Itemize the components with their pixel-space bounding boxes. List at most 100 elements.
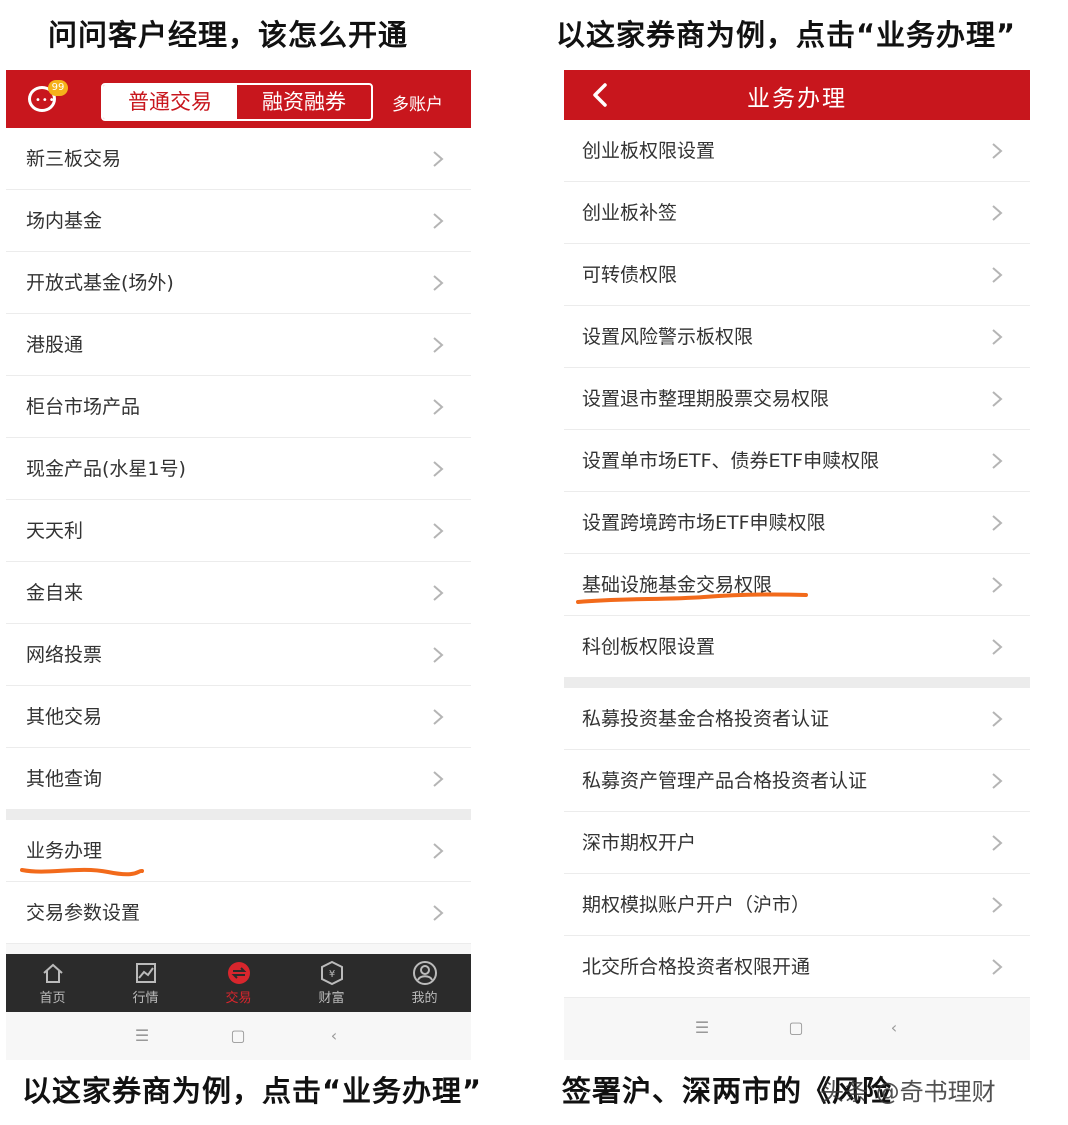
list-item[interactable]: 北交所合格投资者权限开通: [564, 936, 1030, 998]
bottom-tab-bar: 首页 行情 交易 ¥ 财富 我的: [6, 954, 471, 1012]
tab-chart[interactable]: 行情: [99, 954, 192, 1012]
list-item[interactable]: 现金产品(水星1号): [6, 438, 471, 500]
list-item[interactable]: 交易参数设置: [6, 882, 471, 944]
chevron-right-icon: [992, 391, 1003, 407]
caption-bottom-left: 以这家券商为例，点击“业务办理”: [22, 1074, 483, 1108]
trade-icon: [227, 962, 250, 984]
list-item[interactable]: 可转债权限: [564, 244, 1030, 306]
chevron-right-icon: [992, 329, 1003, 345]
list-item-label: 现金产品(水星1号): [26, 458, 186, 480]
list-item[interactable]: 创业板权限设置: [564, 120, 1030, 182]
list-item[interactable]: 场内基金: [6, 190, 471, 252]
multi-account-button[interactable]: 多账户: [392, 90, 443, 115]
segment-normal-trade[interactable]: 普通交易: [103, 85, 237, 119]
list-item[interactable]: 设置跨境跨市场ETF申赎权限: [564, 492, 1030, 554]
chevron-right-icon: [992, 639, 1003, 655]
list-item-label: 创业板补签: [582, 202, 678, 224]
chevron-right-icon: [992, 205, 1003, 221]
list-item-label: 业务办理: [26, 840, 103, 862]
list-item-label: 金自来: [26, 582, 84, 604]
tab-label: 财富: [318, 991, 345, 1006]
list-item[interactable]: 基础设施基金交易权限: [564, 554, 1030, 616]
list-item-label: 基础设施基金交易权限: [582, 574, 773, 596]
chevron-right-icon: [433, 213, 444, 229]
list-item[interactable]: 新三板交易: [6, 128, 471, 190]
caption-top-left: 问问客户经理，该怎么开通: [48, 18, 409, 52]
list-item[interactable]: 港股通: [6, 314, 471, 376]
left-phone-screen: ••• 99 普通交易 融资融券 多账户 新三板交易 场内基金 开放式基金(场外) 港…: [6, 70, 471, 1060]
section-divider: [564, 678, 1030, 688]
chevron-right-icon: [433, 843, 444, 859]
list-item-label: 科创板权限设置: [582, 636, 716, 658]
chevron-right-icon: [433, 275, 444, 291]
chevron-right-icon: [433, 399, 444, 415]
list-item-label: 设置退市整理期股票交易权限: [582, 388, 830, 410]
list-item[interactable]: 网络投票: [6, 624, 471, 686]
list-item-label: 新三板交易: [26, 148, 122, 170]
list-item[interactable]: 深市期权开户: [564, 812, 1030, 874]
list-item[interactable]: 业务办理: [6, 820, 471, 882]
list-item-label: 场内基金: [26, 210, 103, 232]
list-item[interactable]: 金自来: [6, 562, 471, 624]
list-item-label: 设置单市场ETF、债券ETF申赎权限: [582, 450, 880, 472]
list-item[interactable]: 设置风险警示板权限: [564, 306, 1030, 368]
trade-menu-list: 新三板交易场内基金开放式基金(场外) 港股通柜台市场产品现金产品(水星1号) 天天利…: [6, 128, 471, 944]
list-item[interactable]: 设置单市场ETF、债券ETF申赎权限: [564, 430, 1030, 492]
list-item-label: 天天利: [26, 520, 84, 542]
tab-trade[interactable]: 交易: [192, 954, 285, 1012]
menu-icon[interactable]: ☰: [692, 1018, 712, 1038]
business-menu-list: 创业板权限设置 创业板补签 可转债权限 设置风险警示板权限 设置退市整理期股票交易权限设…: [564, 120, 1030, 998]
list-item[interactable]: 天天利: [6, 500, 471, 562]
list-item[interactable]: 私募投资基金合格投资者认证: [564, 688, 1030, 750]
list-item-label: 其他交易: [26, 706, 103, 728]
wealth-icon: ¥: [320, 960, 343, 986]
chevron-right-icon: [433, 585, 444, 601]
chevron-right-icon: [992, 959, 1003, 975]
system-nav-bar: ☰ ▢ ‹: [564, 1004, 1030, 1052]
chevron-right-icon: [992, 835, 1003, 851]
list-item-label: 其他查询: [26, 768, 103, 790]
list-item[interactable]: 私募资产管理产品合格投资者认证: [564, 750, 1030, 812]
home-square-icon[interactable]: ▢: [786, 1018, 806, 1038]
tab-wealth[interactable]: ¥ 财富: [285, 954, 378, 1012]
chevron-right-icon: [992, 267, 1003, 283]
list-item-label: 私募资产管理产品合格投资者认证: [582, 770, 868, 792]
tab-home[interactable]: 首页: [6, 954, 99, 1012]
list-item[interactable]: 期权模拟账户开户（沪市）: [564, 874, 1030, 936]
profile-icon: [412, 961, 437, 985]
back-nav-icon[interactable]: ‹: [884, 1018, 904, 1038]
chevron-right-icon: [433, 523, 444, 539]
list-item-label: 网络投票: [26, 644, 103, 666]
home-square-icon[interactable]: ▢: [228, 1026, 248, 1046]
menu-icon[interactable]: ☰: [132, 1026, 152, 1046]
page-title: 业务办理: [747, 86, 847, 112]
segment-margin-trade[interactable]: 融资融券: [237, 85, 371, 119]
list-item-label: 深市期权开户: [582, 832, 697, 854]
tab-label: 交易: [225, 991, 252, 1006]
trade-type-segmented-control: 普通交易 融资融券: [101, 83, 373, 121]
list-item[interactable]: 科创板权限设置: [564, 616, 1030, 678]
tab-profile[interactable]: 我的: [378, 954, 471, 1012]
chevron-right-icon: [992, 453, 1003, 469]
tab-label: 行情: [132, 991, 159, 1006]
list-item[interactable]: 柜台市场产品: [6, 376, 471, 438]
list-item-label: 可转债权限: [582, 264, 678, 286]
tab-label: 我的: [411, 991, 438, 1006]
list-item-label: 创业板权限设置: [582, 140, 716, 162]
list-item[interactable]: 设置退市整理期股票交易权限: [564, 368, 1030, 430]
back-nav-icon[interactable]: ‹: [324, 1026, 344, 1046]
chevron-right-icon: [992, 773, 1003, 789]
list-item[interactable]: 其他查询: [6, 748, 471, 810]
chevron-right-icon: [433, 905, 444, 921]
chevron-right-icon: [433, 709, 444, 725]
home-icon: [42, 963, 63, 983]
right-phone-screen: 业务办理 创业板权限设置 创业板补签可转债权限设置风险警示板权限设置退市整理期股票…: [564, 70, 1030, 1060]
list-item-label: 设置跨境跨市场ETF申赎权限: [582, 512, 826, 534]
list-item[interactable]: 开放式基金(场外): [6, 252, 471, 314]
list-item[interactable]: 其他交易: [6, 686, 471, 748]
chevron-right-icon: [433, 337, 444, 353]
list-item-label: 柜台市场产品: [26, 396, 141, 418]
list-item[interactable]: 创业板补签: [564, 182, 1030, 244]
chevron-right-icon: [433, 647, 444, 663]
chevron-right-icon: [433, 461, 444, 477]
